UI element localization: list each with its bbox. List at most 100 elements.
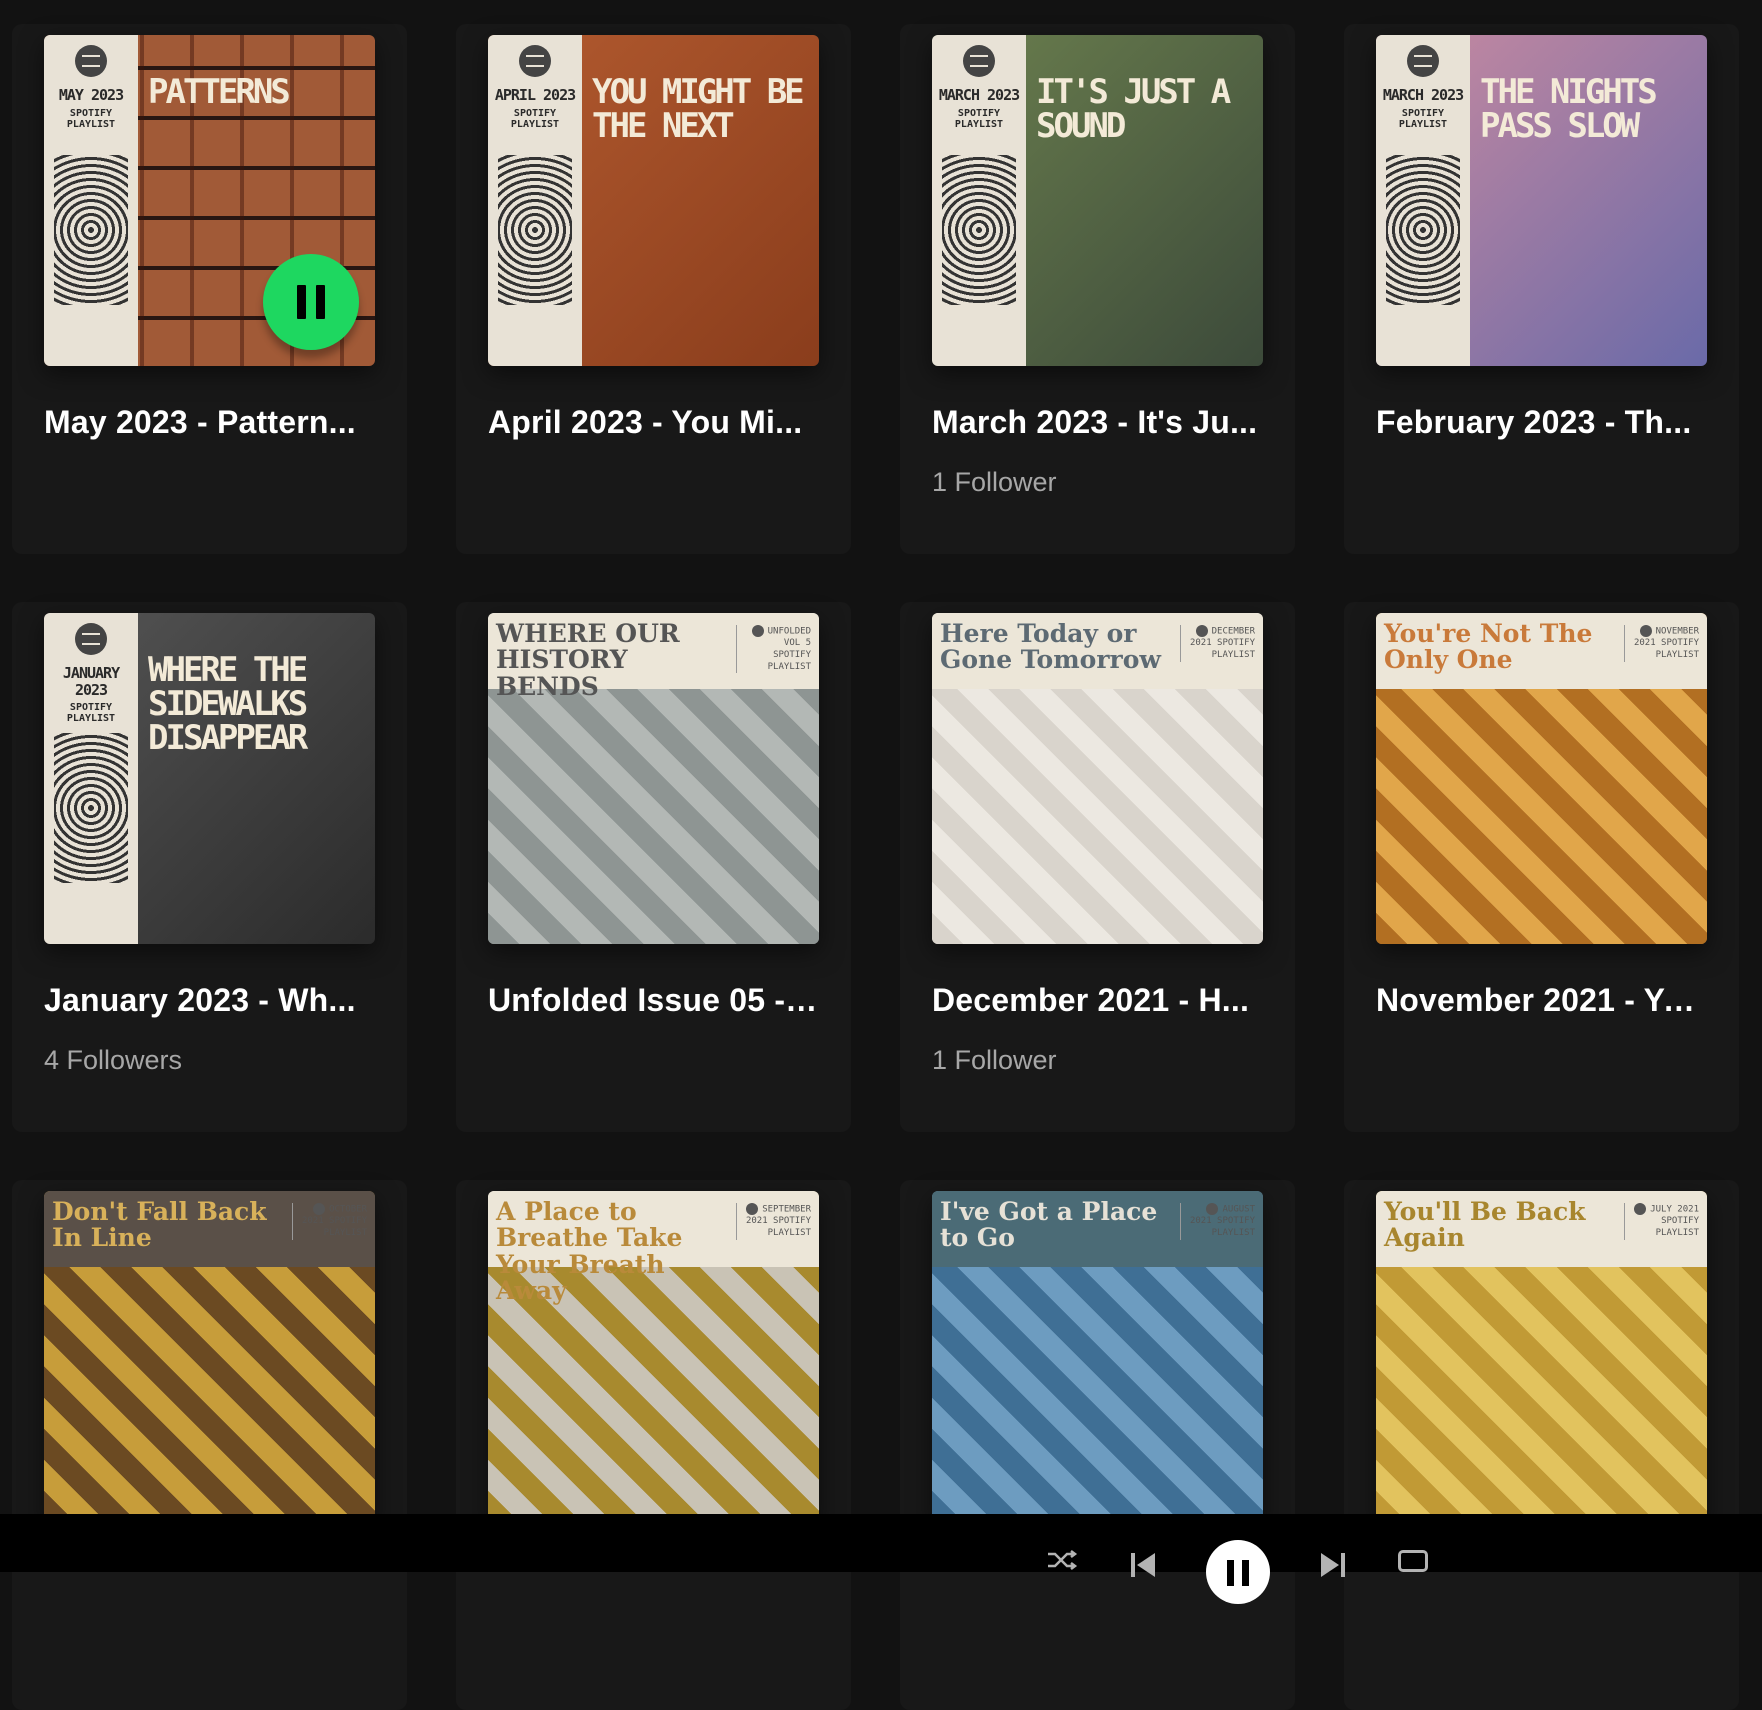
playlist-title[interactable]: December 2021 - H... bbox=[932, 982, 1263, 1019]
cover-photo bbox=[1376, 1267, 1707, 1522]
spotify-logo-icon bbox=[75, 623, 107, 655]
playlist-cover-image[interactable]: Don't Fall Back In Line OCTOBER 2021 SPOT… bbox=[44, 1191, 375, 1522]
spotify-logo-icon bbox=[1639, 625, 1652, 637]
cover-spine: MAY 2023 SPOTIFY PLAYLIST bbox=[44, 35, 138, 366]
cover-meta: NOVEMBER 2021 SPOTIFY PLAYLIST bbox=[1624, 625, 1699, 662]
cover-month: JANUARY 2023 bbox=[62, 664, 120, 699]
cover-meta: DECEMBER 2021 SPOTIFY PLAYLIST bbox=[1180, 625, 1255, 662]
playlist-cover-image[interactable]: A Place to Breathe Take Your Breath Away… bbox=[488, 1191, 819, 1522]
playlist-cover-image[interactable]: WHERE OUR HISTORY BENDS UNFOLDED VOL 5 SP… bbox=[488, 613, 819, 944]
playlist-card[interactable]: Don't Fall Back In Line OCTOBER 2021 SPOT… bbox=[12, 1180, 407, 1710]
repeat-icon[interactable] bbox=[1398, 1550, 1428, 1572]
spotify-logo-icon bbox=[1195, 625, 1208, 637]
playlist-cover-image[interactable]: You're Not The Only One NOVEMBER 2021 SPO… bbox=[1376, 613, 1707, 944]
playlist-card[interactable]: MARCH 2023 SPOTIFY PLAYLIST IT'S JUST A SO… bbox=[900, 24, 1295, 554]
playlist-title[interactable]: Unfolded Issue 05 - ... bbox=[488, 982, 819, 1019]
spotify-logo-icon bbox=[1407, 45, 1439, 77]
cover-title: I've Got a Place to Go bbox=[940, 1197, 1158, 1253]
cover-pattern bbox=[942, 155, 1016, 305]
playlist-followers: 1 Follower bbox=[932, 467, 1057, 497]
cover-meta-text: UNFOLDED VOL 5 SPOTIFY PLAYLIST bbox=[767, 626, 811, 672]
playlist-card[interactable]: WHERE OUR HISTORY BENDS UNFOLDED VOL 5 SP… bbox=[456, 602, 851, 1132]
cover-photo bbox=[932, 689, 1263, 944]
playlist-card[interactable]: JANUARY 2023 SPOTIFY PLAYLIST WHERE THE SI… bbox=[12, 602, 407, 1132]
cover-month: MARCH 2023 bbox=[938, 86, 1020, 104]
cover-month: MARCH 2023 bbox=[1382, 86, 1464, 104]
cover-photo bbox=[488, 1267, 819, 1522]
spotify-logo-icon bbox=[963, 45, 995, 77]
cover-title: Here Today or Gone Tomorrow bbox=[940, 619, 1161, 675]
playlist-card[interactable]: You'll Be Back Again JULY 2021 SPOTIFY PL… bbox=[1344, 1180, 1739, 1710]
cover-headline: THE NIGHTS PASS SLOW bbox=[1480, 72, 1658, 146]
playlist-cover-image[interactable]: Here Today or Gone Tomorrow DECEMBER 2021… bbox=[932, 613, 1263, 944]
cover-title: You're Not The Only One bbox=[1384, 619, 1593, 675]
pause-button[interactable] bbox=[263, 254, 359, 350]
playlist-card[interactable]: APRIL 2023 SPOTIFY PLAYLIST YOU MIGHT BE T… bbox=[456, 24, 851, 554]
cover-pattern bbox=[54, 733, 128, 883]
pause-icon bbox=[1227, 1560, 1234, 1586]
playlist-cover-image[interactable]: APRIL 2023 SPOTIFY PLAYLIST YOU MIGHT BE T… bbox=[488, 35, 819, 366]
cover-headline: YOU MIGHT BE THE NEXT bbox=[592, 72, 805, 146]
cover-title: WHERE OUR HISTORY BENDS bbox=[496, 619, 680, 701]
skip-back-icon[interactable] bbox=[1128, 1550, 1158, 1580]
cover-meta: AUGUST 2021 SPOTIFY PLAYLIST bbox=[1180, 1203, 1255, 1240]
playlist-title[interactable]: February 2023 - Th... bbox=[1376, 404, 1707, 441]
cover-meta-text: AUGUST 2021 SPOTIFY PLAYLIST bbox=[1189, 1204, 1255, 1238]
playlist-cover-image[interactable]: MAY 2023 SPOTIFY PLAYLIST PATTERNS bbox=[44, 35, 375, 366]
cover-meta: OCTOBER 2021 SPOTIFY PLAYLIST bbox=[292, 1203, 367, 1240]
cover-spine: MARCH 2023 SPOTIFY PLAYLIST bbox=[1376, 35, 1470, 366]
playlist-card[interactable]: Here Today or Gone Tomorrow DECEMBER 2021… bbox=[900, 602, 1295, 1132]
cover-spine: APRIL 2023 SPOTIFY PLAYLIST bbox=[488, 35, 582, 366]
cover-meta-text: JULY 2021 SPOTIFY PLAYLIST bbox=[1650, 1204, 1699, 1238]
cover-title: A Place to Breathe Take Your Breath Away bbox=[496, 1197, 683, 1305]
playlist-card[interactable]: MAY 2023 SPOTIFY PLAYLIST PATTERNS May 2023… bbox=[12, 24, 407, 554]
cover-subtitle: SPOTIFY PLAYLIST bbox=[1398, 107, 1448, 130]
cover-subtitle: SPOTIFY PLAYLIST bbox=[954, 107, 1004, 130]
pause-button[interactable] bbox=[1206, 1540, 1270, 1604]
cover-title: You'll Be Back Again bbox=[1384, 1197, 1586, 1253]
cover-subtitle: SPOTIFY PLAYLIST bbox=[510, 107, 560, 130]
cover-meta: JULY 2021 SPOTIFY PLAYLIST bbox=[1624, 1203, 1699, 1240]
spotify-logo-icon bbox=[751, 625, 764, 637]
playlist-cover-image[interactable]: I've Got a Place to Go AUGUST 2021 SPOTIF… bbox=[932, 1191, 1263, 1522]
cover-headline: IT'S JUST A SOUND bbox=[1036, 72, 1231, 146]
playlist-card[interactable]: You're Not The Only One NOVEMBER 2021 SPO… bbox=[1344, 602, 1739, 1132]
cover-pattern bbox=[1386, 155, 1460, 305]
playlist-cover-image[interactable]: JANUARY 2023 SPOTIFY PLAYLIST WHERE THE SI… bbox=[44, 613, 375, 944]
spotify-logo-icon bbox=[313, 1203, 326, 1215]
spotify-logo-icon bbox=[1634, 1203, 1647, 1215]
playlist-card[interactable]: MARCH 2023 SPOTIFY PLAYLIST THE NIGHTS PAS… bbox=[1344, 24, 1739, 554]
cover-headline: PATTERNS bbox=[148, 72, 291, 112]
spotify-logo-icon bbox=[519, 45, 551, 77]
skip-forward-icon[interactable] bbox=[1318, 1550, 1348, 1580]
cover-photo bbox=[1376, 689, 1707, 944]
playlist-cover-image[interactable]: MARCH 2023 SPOTIFY PLAYLIST THE NIGHTS PAS… bbox=[1376, 35, 1707, 366]
cover-pattern bbox=[54, 155, 128, 305]
cover-meta: UNFOLDED VOL 5 SPOTIFY PLAYLIST bbox=[736, 625, 811, 674]
playlist-followers: 1 Follower bbox=[932, 1045, 1057, 1075]
cover-subtitle: SPOTIFY PLAYLIST bbox=[66, 702, 116, 724]
playlist-card[interactable]: I've Got a Place to Go AUGUST 2021 SPOTIF… bbox=[900, 1180, 1295, 1710]
cover-month: APRIL 2023 bbox=[494, 86, 576, 104]
spotify-logo-icon bbox=[1206, 1203, 1219, 1215]
player-bar bbox=[0, 1514, 1762, 1604]
cover-meta-text: OCTOBER 2021 SPOTIFY PLAYLIST bbox=[301, 1204, 367, 1238]
playlist-title[interactable]: November 2021 - Yo... bbox=[1376, 982, 1707, 1019]
cover-headline: WHERE THE SIDEWALKS DISAPPEAR bbox=[148, 650, 308, 758]
playlist-cover-image[interactable]: You'll Be Back Again JULY 2021 SPOTIFY PL… bbox=[1376, 1191, 1707, 1522]
shuffle-icon[interactable] bbox=[1046, 1550, 1078, 1570]
spotify-logo-icon bbox=[746, 1203, 759, 1215]
playlist-title[interactable]: April 2023 - You Mi... bbox=[488, 404, 819, 441]
playlist-title[interactable]: March 2023 - It's Ju... bbox=[932, 404, 1263, 441]
playlist-card[interactable]: A Place to Breathe Take Your Breath Away… bbox=[456, 1180, 851, 1710]
cover-pattern bbox=[498, 155, 572, 305]
playlist-cover-image[interactable]: MARCH 2023 SPOTIFY PLAYLIST IT'S JUST A SO… bbox=[932, 35, 1263, 366]
cover-photo bbox=[488, 689, 819, 944]
playlist-followers: 4 Followers bbox=[44, 1045, 183, 1075]
cover-photo bbox=[932, 1267, 1263, 1522]
pause-icon bbox=[297, 285, 306, 319]
playlist-title[interactable]: May 2023 - Pattern... bbox=[44, 404, 375, 441]
cover-photo bbox=[44, 1267, 375, 1522]
cover-month: MAY 2023 bbox=[58, 86, 124, 104]
playlist-title[interactable]: January 2023 - Wh... bbox=[44, 982, 375, 1019]
